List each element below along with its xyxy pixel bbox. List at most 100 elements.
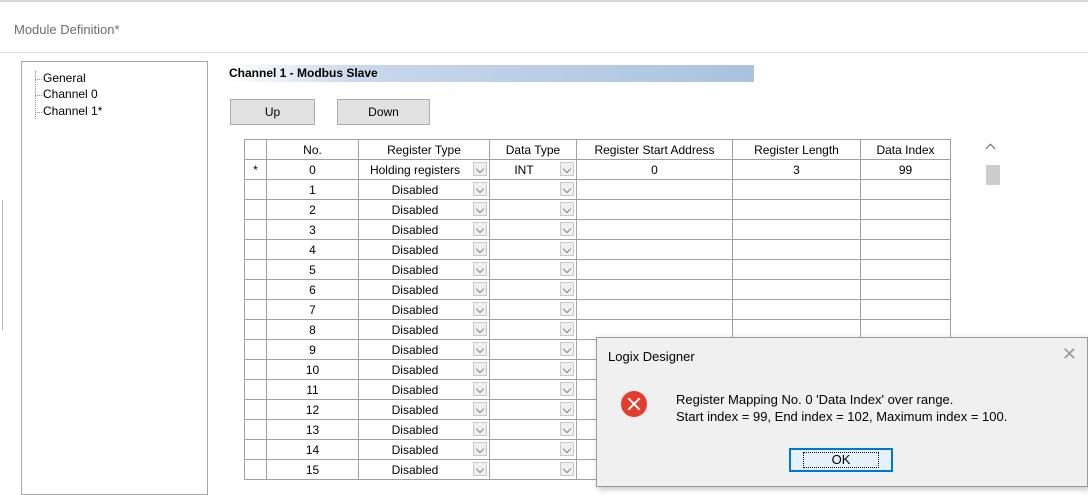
data-type-select[interactable] xyxy=(489,319,577,340)
chevron-down-icon[interactable] xyxy=(473,422,487,436)
up-button[interactable]: Up xyxy=(230,99,315,125)
row-marker[interactable] xyxy=(244,459,267,480)
data-type-select[interactable] xyxy=(489,199,577,220)
row-marker[interactable] xyxy=(244,239,267,260)
register-type-select[interactable]: Disabled xyxy=(358,219,490,240)
data-type-select[interactable] xyxy=(489,299,577,320)
chevron-down-icon[interactable] xyxy=(473,382,487,396)
cell-start-address[interactable] xyxy=(576,179,733,200)
cell-data-index[interactable] xyxy=(860,299,951,320)
close-icon[interactable]: ✕ xyxy=(1062,345,1077,363)
chevron-down-icon[interactable] xyxy=(560,322,574,336)
cell-data-index[interactable] xyxy=(860,199,951,220)
register-type-select[interactable]: Disabled xyxy=(358,399,490,420)
chevron-down-icon[interactable] xyxy=(473,202,487,216)
row-marker[interactable] xyxy=(244,419,267,440)
row-marker[interactable] xyxy=(244,319,267,340)
chevron-down-icon[interactable] xyxy=(473,362,487,376)
column-header-start-address[interactable]: Register Start Address xyxy=(576,139,733,160)
row-marker[interactable] xyxy=(244,179,267,200)
cell-register-length[interactable] xyxy=(732,239,861,260)
cell-register-length[interactable] xyxy=(732,299,861,320)
register-type-select[interactable]: Disabled xyxy=(358,239,490,260)
data-type-select[interactable]: INT xyxy=(489,159,577,180)
cell-start-address[interactable] xyxy=(576,279,733,300)
chevron-down-icon[interactable] xyxy=(560,342,574,356)
cell-start-address[interactable] xyxy=(576,259,733,280)
chevron-down-icon[interactable] xyxy=(560,402,574,416)
cell-register-length[interactable] xyxy=(732,179,861,200)
chevron-down-icon[interactable] xyxy=(560,262,574,276)
data-type-select[interactable] xyxy=(489,339,577,360)
register-type-select[interactable]: Disabled xyxy=(358,199,490,220)
chevron-down-icon[interactable] xyxy=(560,182,574,196)
chevron-down-icon[interactable] xyxy=(473,442,487,456)
row-marker[interactable]: * xyxy=(244,159,267,180)
category-tree[interactable]: General Channel 0 Channel 1* xyxy=(21,61,208,495)
column-header-data-type[interactable]: Data Type xyxy=(489,139,577,160)
row-marker[interactable] xyxy=(244,299,267,320)
data-type-select[interactable] xyxy=(489,399,577,420)
row-marker[interactable] xyxy=(244,339,267,360)
chevron-down-icon[interactable] xyxy=(560,442,574,456)
chevron-down-icon[interactable] xyxy=(560,422,574,436)
register-type-select[interactable]: Disabled xyxy=(358,359,490,380)
cell-register-length[interactable] xyxy=(732,219,861,240)
register-type-select[interactable]: Disabled xyxy=(358,439,490,460)
scroll-up-icon[interactable] xyxy=(985,143,996,154)
register-type-select[interactable]: Disabled xyxy=(358,459,490,480)
row-marker[interactable] xyxy=(244,259,267,280)
cell-start-address[interactable] xyxy=(576,199,733,220)
register-type-select[interactable]: Disabled xyxy=(358,279,490,300)
chevron-down-icon[interactable] xyxy=(473,162,487,176)
column-header-no[interactable]: No. xyxy=(266,139,359,160)
chevron-down-icon[interactable] xyxy=(560,362,574,376)
chevron-down-icon[interactable] xyxy=(560,202,574,216)
register-type-select[interactable]: Disabled xyxy=(358,319,490,340)
data-type-select[interactable] xyxy=(489,419,577,440)
cell-data-index[interactable] xyxy=(860,219,951,240)
register-type-select[interactable]: Disabled xyxy=(358,179,490,200)
row-marker[interactable] xyxy=(244,219,267,240)
data-type-select[interactable] xyxy=(489,379,577,400)
register-type-select[interactable]: Disabled xyxy=(358,339,490,360)
cell-start-address[interactable]: 0 xyxy=(576,159,733,180)
column-header-data-index[interactable]: Data Index xyxy=(860,139,951,160)
data-type-select[interactable] xyxy=(489,459,577,480)
cell-start-address[interactable] xyxy=(576,239,733,260)
chevron-down-icon[interactable] xyxy=(473,282,487,296)
cell-register-length[interactable]: 3 xyxy=(732,159,861,180)
chevron-down-icon[interactable] xyxy=(473,262,487,276)
row-marker[interactable] xyxy=(244,439,267,460)
chevron-down-icon[interactable] xyxy=(473,462,487,476)
data-type-select[interactable] xyxy=(489,359,577,380)
data-type-select[interactable] xyxy=(489,279,577,300)
data-type-select[interactable] xyxy=(489,179,577,200)
chevron-down-icon[interactable] xyxy=(473,402,487,416)
register-type-select[interactable]: Disabled xyxy=(358,379,490,400)
data-type-select[interactable] xyxy=(489,439,577,460)
chevron-down-icon[interactable] xyxy=(560,162,574,176)
data-type-select[interactable] xyxy=(489,219,577,240)
chevron-down-icon[interactable] xyxy=(560,382,574,396)
row-marker[interactable] xyxy=(244,199,267,220)
cell-data-index[interactable] xyxy=(860,259,951,280)
column-header-register-length[interactable]: Register Length xyxy=(732,139,861,160)
cell-register-length[interactable] xyxy=(732,259,861,280)
chevron-down-icon[interactable] xyxy=(473,182,487,196)
cell-data-index[interactable] xyxy=(860,179,951,200)
register-type-select[interactable]: Holding registers xyxy=(358,159,490,180)
cell-data-index[interactable] xyxy=(860,279,951,300)
cell-register-length[interactable] xyxy=(732,199,861,220)
scroll-thumb[interactable] xyxy=(986,165,1000,185)
chevron-down-icon[interactable] xyxy=(560,462,574,476)
data-type-select[interactable] xyxy=(489,259,577,280)
chevron-down-icon[interactable] xyxy=(473,342,487,356)
row-marker[interactable] xyxy=(244,399,267,420)
row-marker[interactable] xyxy=(244,279,267,300)
chevron-down-icon[interactable] xyxy=(473,242,487,256)
cell-data-index[interactable]: 99 xyxy=(860,159,951,180)
cell-start-address[interactable] xyxy=(576,219,733,240)
down-button[interactable]: Down xyxy=(337,99,430,125)
register-type-select[interactable]: Disabled xyxy=(358,299,490,320)
